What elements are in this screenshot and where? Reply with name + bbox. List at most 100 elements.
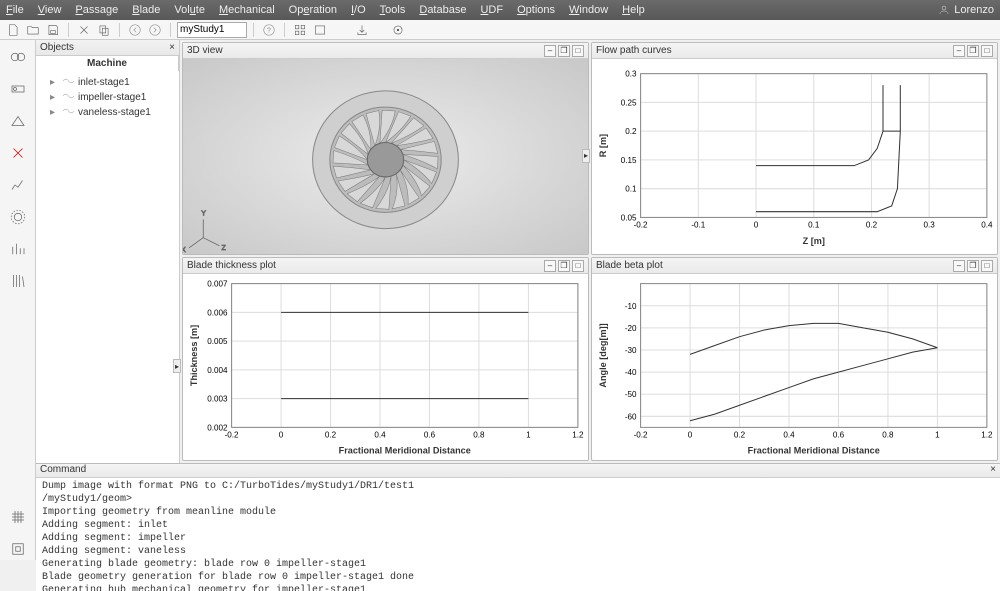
back-button[interactable] xyxy=(126,22,144,38)
user-name: Lorenzo xyxy=(954,4,994,16)
svg-text:Z: Z xyxy=(221,244,226,252)
menu-file[interactable]: File xyxy=(6,4,24,16)
help-button[interactable]: ? xyxy=(260,22,278,38)
open-folder-button[interactable] xyxy=(24,22,42,38)
beta-chart[interactable]: -0.200.20.40.60.811.2-60-50-40-30-20-10F… xyxy=(592,274,997,459)
menu-blade[interactable]: Blade xyxy=(132,4,160,16)
solver-icon[interactable] xyxy=(7,538,29,560)
svg-text:0.6: 0.6 xyxy=(833,431,845,440)
flow-chart[interactable]: -0.2-0.100.10.20.30.40.050.10.150.20.250… xyxy=(592,59,997,254)
menu-volute[interactable]: Volute xyxy=(174,4,205,16)
svg-text:-50: -50 xyxy=(625,391,637,400)
maximize-icon[interactable]: □ xyxy=(572,45,584,57)
svg-text:0.25: 0.25 xyxy=(621,98,637,107)
svg-text:-60: -60 xyxy=(625,413,637,422)
tree-node-inlet[interactable]: ▸inlet-stage1 xyxy=(40,75,175,90)
svg-text:-10: -10 xyxy=(625,302,637,311)
minimize-icon[interactable]: – xyxy=(953,260,965,272)
svg-text:-20: -20 xyxy=(625,324,637,333)
tree-node-impeller[interactable]: ▸impeller-stage1 xyxy=(40,90,175,105)
svg-text:0.002: 0.002 xyxy=(207,424,228,433)
delete-button[interactable] xyxy=(75,22,93,38)
svg-text:Y: Y xyxy=(201,209,206,217)
panel-title: Blade thickness plot xyxy=(187,260,542,271)
menu-window[interactable]: Window xyxy=(569,4,608,16)
maximize-icon[interactable]: □ xyxy=(572,260,584,272)
svg-text:R [m]: R [m] xyxy=(598,134,608,157)
menu-help[interactable]: Help xyxy=(622,4,645,16)
single-view-button[interactable] xyxy=(311,22,329,38)
minimize-icon[interactable]: – xyxy=(544,260,556,272)
component-icon xyxy=(62,91,74,104)
svg-text:0.003: 0.003 xyxy=(207,395,228,404)
expand-handle[interactable]: ▸ xyxy=(173,359,181,373)
object-tree: ▸inlet-stage1 ▸impeller-stage1 ▸vaneless… xyxy=(36,71,179,124)
menu-mechanical[interactable]: Mechanical xyxy=(219,4,275,16)
geometry-icon[interactable] xyxy=(7,110,29,132)
close-icon[interactable]: × xyxy=(169,42,175,53)
chart-icon[interactable] xyxy=(7,238,29,260)
maximize-icon[interactable]: □ xyxy=(981,45,993,57)
menu-tools[interactable]: Tools xyxy=(380,4,406,16)
svg-text:0.005: 0.005 xyxy=(207,338,228,347)
overview-icon[interactable] xyxy=(7,46,29,68)
svg-text:-0.2: -0.2 xyxy=(634,431,648,440)
forward-button[interactable] xyxy=(146,22,164,38)
restore-icon[interactable]: ❐ xyxy=(558,260,570,272)
new-file-button[interactable] xyxy=(4,22,22,38)
expand-handle[interactable]: ▸ xyxy=(582,149,590,163)
blade-icon[interactable] xyxy=(7,142,29,164)
svg-text:0.05: 0.05 xyxy=(621,213,637,222)
minimize-icon[interactable]: – xyxy=(953,45,965,57)
library-icon[interactable] xyxy=(7,270,29,292)
command-output[interactable]: Dump image with format PNG to C:/TurboTi… xyxy=(36,478,1000,591)
panel-title: Blade beta plot xyxy=(596,260,951,271)
export-button[interactable] xyxy=(353,22,371,38)
copy-button[interactable] xyxy=(95,22,113,38)
maximize-icon[interactable]: □ xyxy=(981,260,993,272)
grid-view-button[interactable] xyxy=(291,22,309,38)
tab-machine[interactable]: Machine xyxy=(36,56,179,71)
toolbar: ? xyxy=(0,20,1000,40)
panel-thickness: Blade thickness plot–❐□ ▸ -0.200.20.40.6… xyxy=(182,257,589,460)
command-title: Command xyxy=(40,464,86,477)
gear-icon[interactable] xyxy=(7,206,29,228)
target-button[interactable] xyxy=(389,22,407,38)
performance-icon[interactable] xyxy=(7,174,29,196)
study-select[interactable] xyxy=(177,22,247,38)
svg-text:0.6: 0.6 xyxy=(424,431,436,440)
svg-text:0.1: 0.1 xyxy=(808,221,820,230)
tree-node-vaneless[interactable]: ▸vaneless-stage1 xyxy=(40,105,175,120)
restore-icon[interactable]: ❐ xyxy=(967,260,979,272)
svg-text:0.4: 0.4 xyxy=(981,221,993,230)
user-label[interactable]: Lorenzo xyxy=(938,4,994,16)
menu-udf[interactable]: UDF xyxy=(480,4,503,16)
thickness-chart[interactable]: -0.200.20.40.60.811.20.0020.0030.0040.00… xyxy=(183,274,588,459)
svg-text:0.007: 0.007 xyxy=(207,280,228,289)
mesh-icon[interactable] xyxy=(7,506,29,528)
panel-title: 3D view xyxy=(187,45,542,56)
svg-text:-30: -30 xyxy=(625,346,637,355)
minimize-icon[interactable]: – xyxy=(544,45,556,57)
3d-viewport[interactable]: Y Z X xyxy=(183,59,588,254)
svg-text:0.3: 0.3 xyxy=(924,221,936,230)
menu-operation[interactable]: Operation xyxy=(289,4,337,16)
objects-panel: Objects× Machine ▸inlet-stage1 ▸impeller… xyxy=(36,40,180,463)
svg-text:0.4: 0.4 xyxy=(374,431,386,440)
svg-text:0.8: 0.8 xyxy=(473,431,485,440)
svg-text:1.2: 1.2 xyxy=(981,431,993,440)
command-panel: Command × Dump image with format PNG to C… xyxy=(36,463,1000,591)
svg-text:Thickness [m]: Thickness [m] xyxy=(189,325,199,386)
menu-view[interactable]: View xyxy=(38,4,62,16)
tree-label: inlet-stage1 xyxy=(78,77,130,88)
menu-database[interactable]: Database xyxy=(419,4,466,16)
menu-options[interactable]: Options xyxy=(517,4,555,16)
restore-icon[interactable]: ❐ xyxy=(967,45,979,57)
menubar: File View Passage Blade Volute Mechanica… xyxy=(0,0,1000,20)
restore-icon[interactable]: ❐ xyxy=(558,45,570,57)
machine-icon[interactable] xyxy=(7,78,29,100)
menu-passage[interactable]: Passage xyxy=(75,4,118,16)
menu-io[interactable]: I/O xyxy=(351,4,366,16)
save-button[interactable] xyxy=(44,22,62,38)
close-icon[interactable]: × xyxy=(990,464,996,477)
